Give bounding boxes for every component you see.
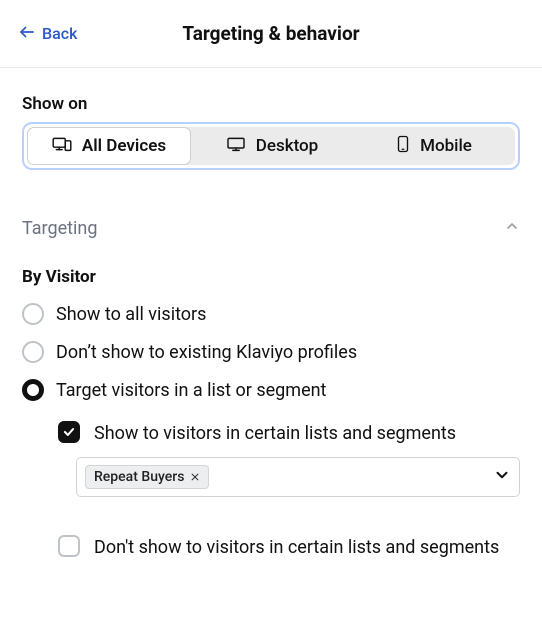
by-visitor-heading: By Visitor [22,267,520,287]
radio-label: Don’t show to existing Klaviyo profiles [56,342,357,363]
radio-icon [22,379,44,401]
devices-icon [52,136,72,157]
include-lists-checkbox-row[interactable]: Show to visitors in certain lists and se… [58,421,520,447]
exclude-lists-label: Don't show to visitors in certain lists … [94,535,499,561]
desktop-icon [226,136,246,157]
targeting-section-title: Targeting [22,218,97,239]
include-lists-label: Show to visitors in certain lists and se… [94,421,456,447]
visitor-option-exclude-profiles[interactable]: Don’t show to existing Klaviyo profiles [22,341,520,363]
device-option-label: Mobile [420,136,472,156]
visitor-option-list-segment[interactable]: Target visitors in a list or segment [22,379,520,401]
device-option-desktop[interactable]: Desktop [191,127,353,165]
visitor-option-all[interactable]: Show to all visitors [22,303,520,325]
device-option-mobile[interactable]: Mobile [353,127,515,165]
chip-remove-icon[interactable] [190,472,200,482]
device-option-all[interactable]: All Devices [27,127,191,165]
radio-icon [22,303,44,325]
back-button[interactable]: Back [18,23,77,45]
selected-tag-chip: Repeat Buyers [85,465,209,489]
checkbox-icon [58,421,80,443]
radio-label: Target visitors in a list or segment [56,380,326,401]
chevron-down-icon [493,466,511,488]
chip-label: Repeat Buyers [94,469,184,485]
radio-label: Show to all visitors [56,304,206,325]
radio-icon [22,341,44,363]
arrow-left-icon [18,23,36,45]
targeting-accordion-header[interactable]: Targeting [22,218,520,239]
device-segmented-control[interactable]: All Devices Desktop Mobile [27,127,515,165]
mobile-icon [396,135,410,158]
checkbox-icon [58,535,80,557]
device-option-label: Desktop [256,136,318,156]
chevron-up-icon [504,218,520,239]
back-label: Back [42,24,77,43]
show-on-label: Show on [22,94,520,114]
page-title: Targeting & behavior [182,22,359,45]
exclude-lists-checkbox-row[interactable]: Don't show to visitors in certain lists … [58,535,520,561]
include-lists-select[interactable]: Repeat Buyers [76,457,520,497]
device-option-label: All Devices [82,136,166,156]
